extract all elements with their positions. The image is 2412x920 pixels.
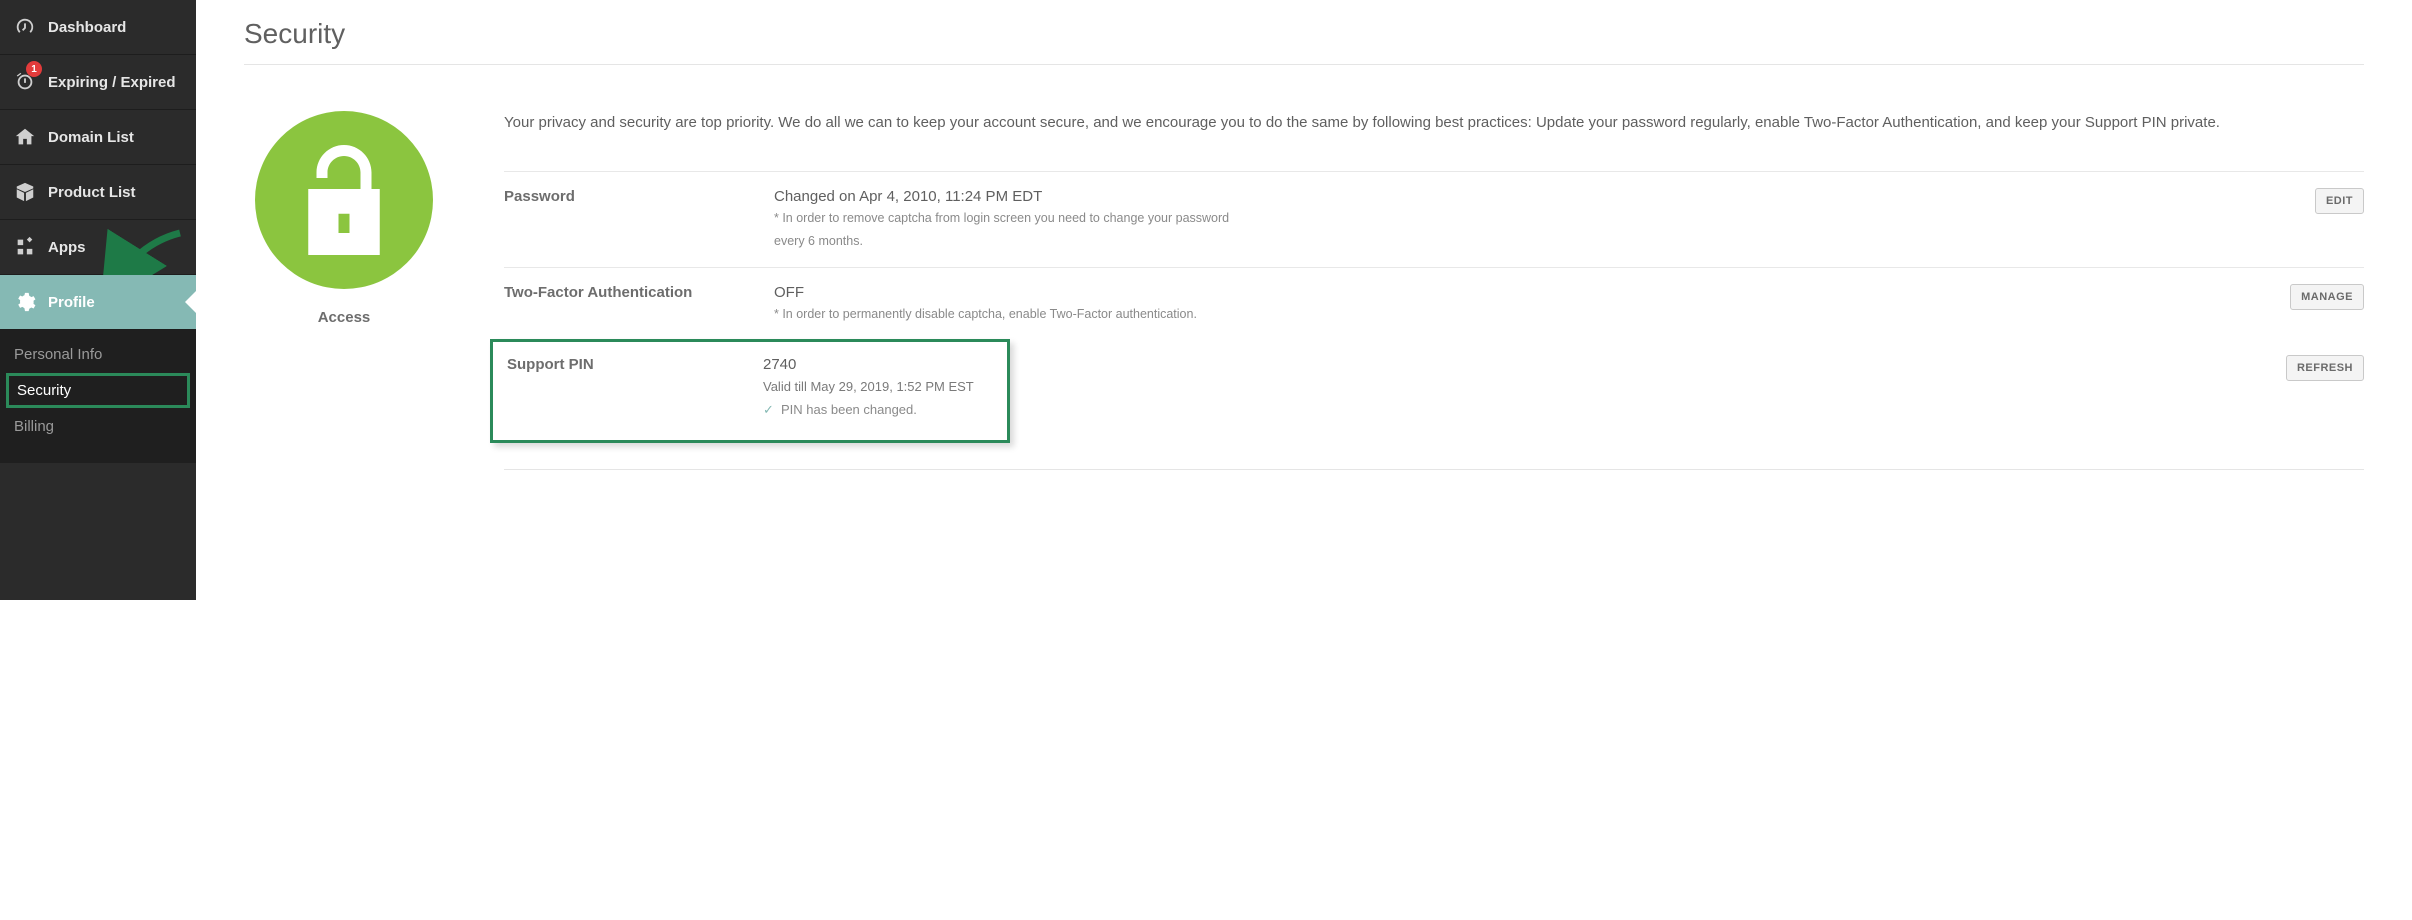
password-changed-on: Changed on Apr 4, 2010, 11:24 PM EDT (774, 188, 2254, 205)
unlock-icon (302, 145, 386, 255)
sidebar-item-expiring[interactable]: Expiring / Expired 1 (0, 55, 196, 110)
lock-circle (255, 111, 433, 289)
row-value: 2740 Valid till May 29, 2019, 1:52 PM ES… (763, 356, 995, 418)
password-note-2: every 6 months. (774, 232, 2254, 251)
sidebar-item-domain-list[interactable]: Domain List (0, 110, 196, 165)
row-action: MANAGE (2254, 284, 2364, 310)
support-pin-value: 2740 (763, 356, 995, 373)
dashboard-icon (14, 16, 36, 38)
sidebar-item-label: Domain List (48, 129, 134, 146)
row-label: Two-Factor Authentication (504, 284, 774, 301)
subnav-label: Security (17, 382, 71, 399)
subnav-label: Billing (14, 418, 54, 435)
sidebar-item-label: Product List (48, 184, 136, 201)
sidebar-item-label: Apps (48, 239, 86, 256)
section-body: Your privacy and security are top priori… (504, 111, 2364, 470)
box-icon (14, 181, 36, 203)
intro-text: Your privacy and security are top priori… (504, 111, 2364, 135)
row-password: Password Changed on Apr 4, 2010, 11:24 P… (504, 171, 2364, 267)
sidebar-item-label: Expiring / Expired (48, 74, 176, 91)
subnav-personal-info[interactable]: Personal Info (0, 336, 196, 373)
subnav-label: Personal Info (14, 346, 102, 363)
row-twofa: Two-Factor Authentication OFF * In order… (504, 267, 2364, 340)
apps-icon (14, 236, 36, 258)
support-pin-validity: Valid till May 29, 2019, 1:52 PM EST (763, 379, 995, 394)
twofa-status: OFF (774, 284, 2254, 301)
sidebar-item-product-list[interactable]: Product List (0, 165, 196, 220)
main-content: Security Access Your privacy and securit… (196, 0, 2412, 600)
sidebar-item-label: Profile (48, 294, 95, 311)
sidebar-item-profile[interactable]: Profile (0, 275, 196, 330)
subnav-security[interactable]: Security (6, 373, 190, 408)
divider (244, 64, 2364, 65)
password-note-1: * In order to remove captcha from login … (774, 209, 2254, 228)
refresh-button[interactable]: REFRESH (2286, 355, 2364, 381)
sidebar-item-dashboard[interactable]: Dashboard (0, 0, 196, 55)
support-pin-changed: ✓ PIN has been changed. (763, 402, 995, 418)
manage-button[interactable]: MANAGE (2290, 284, 2364, 310)
row-label: Password (504, 188, 774, 205)
home-icon (14, 126, 36, 148)
row-label: Support PIN (507, 356, 763, 373)
support-pin-changed-text: PIN has been changed. (781, 402, 917, 417)
row-value: Changed on Apr 4, 2010, 11:24 PM EDT * I… (774, 188, 2254, 251)
section-label: Access (318, 309, 371, 326)
access-section: Access Your privacy and security are top… (244, 111, 2364, 470)
sidebar-item-apps[interactable]: Apps (0, 220, 196, 275)
twofa-note: * In order to permanently disable captch… (774, 305, 2254, 324)
check-icon: ✓ (763, 402, 777, 418)
profile-subnav: Personal Info Security Billing (0, 330, 196, 463)
edit-button[interactable]: EDIT (2315, 188, 2364, 214)
row-action: EDIT (2254, 188, 2364, 214)
expiring-badge: 1 (26, 61, 42, 77)
page-title: Security (244, 18, 2364, 50)
section-icon-column: Access (244, 111, 444, 470)
sidebar: Dashboard Expiring / Expired 1 Domain Li… (0, 0, 196, 600)
gear-icon (14, 291, 36, 313)
divider (504, 469, 2364, 470)
row-support-pin: Support PIN 2740 Valid till May 29, 2019… (490, 339, 1010, 443)
row-action: REFRESH (2254, 339, 2364, 381)
sidebar-item-label: Dashboard (48, 19, 126, 36)
subnav-billing[interactable]: Billing (0, 408, 196, 445)
row-value: OFF * In order to permanently disable ca… (774, 284, 2254, 324)
